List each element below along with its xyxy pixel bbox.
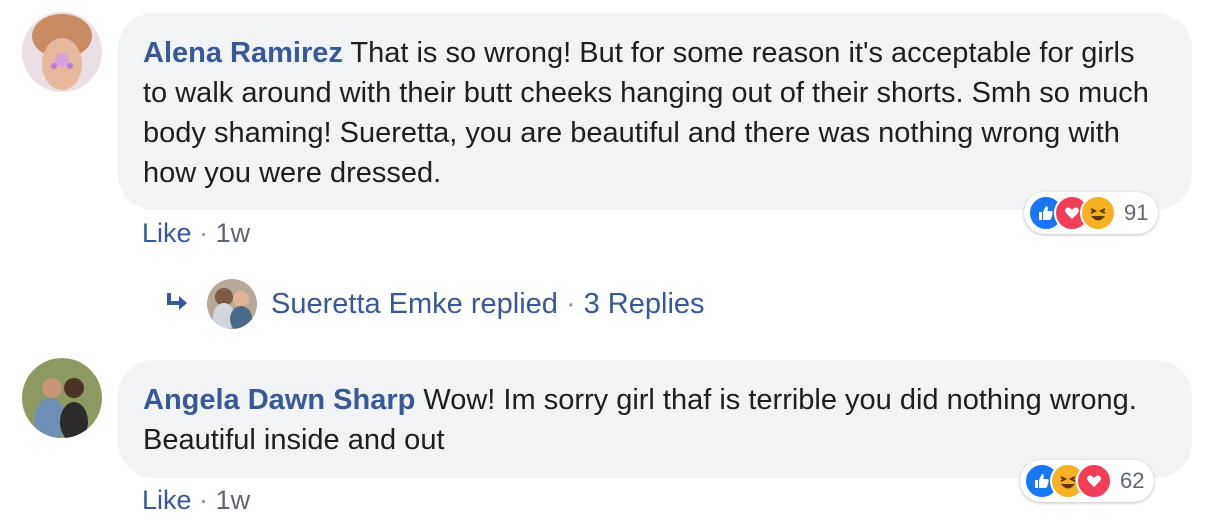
replies-count[interactable]: 3 Replies (584, 288, 705, 321)
avatar[interactable] (207, 279, 257, 329)
comment-author[interactable]: Alena Ramirez (143, 37, 343, 69)
view-replies-link[interactable]: Sueretta Emke replied · 3 Replies (165, 279, 705, 329)
comment-author[interactable]: Angela Dawn Sharp (143, 384, 415, 416)
comment-actions: Like · 1w (142, 218, 250, 249)
reaction-summary[interactable]: 91 (1024, 192, 1159, 234)
comment-bubble: Alena Ramirez That is so wrong! But for … (118, 13, 1192, 210)
like-button[interactable]: Like (142, 218, 192, 248)
replier-name[interactable]: Sueretta Emke replied (271, 288, 558, 321)
reaction-count: 91 (1124, 200, 1149, 225)
avatar[interactable] (22, 12, 102, 92)
haha-icon (1080, 195, 1116, 231)
avatar[interactable] (22, 358, 102, 438)
comment-timestamp[interactable]: 1w (216, 218, 251, 248)
comment-timestamp[interactable]: 1w (216, 485, 251, 515)
like-button[interactable]: Like (142, 485, 192, 515)
reaction-summary[interactable]: 62 (1020, 460, 1155, 502)
comment-bubble: Angela Dawn Sharp Wow! Im sorry girl tha… (118, 360, 1192, 478)
love-icon (1076, 463, 1112, 499)
reaction-count: 62 (1120, 468, 1145, 493)
separator: · (565, 287, 576, 320)
separator: · (199, 218, 209, 248)
separator: · (199, 485, 209, 515)
comment-actions: Like · 1w (142, 485, 250, 516)
reply-arrow-icon (165, 288, 197, 321)
